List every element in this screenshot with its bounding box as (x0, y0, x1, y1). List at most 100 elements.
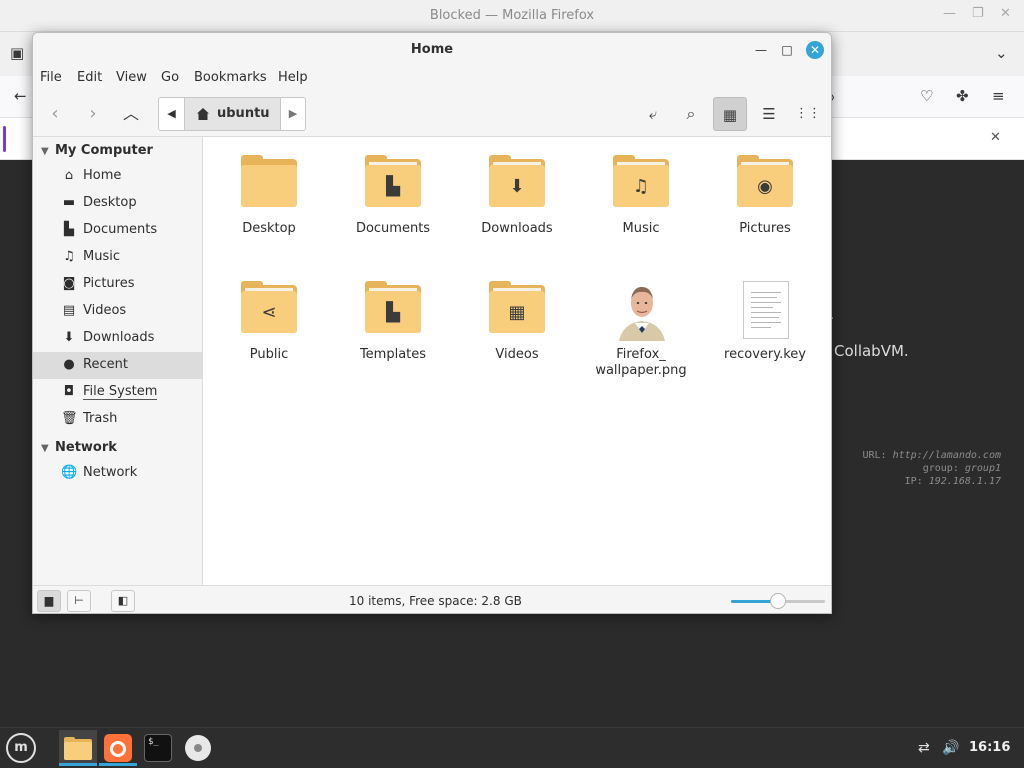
menu-file[interactable]: File (40, 70, 62, 85)
compact-view-icon[interactable]: ⋮⋮ (791, 97, 825, 131)
file-name: recovery.key (724, 347, 806, 362)
folder-icon (239, 155, 299, 211)
group-label: group: (922, 463, 959, 474)
sidebar-item-pictures[interactable]: ◙ Pictures (33, 271, 202, 298)
hide-sidebar-icon[interactable]: ◧ (111, 590, 135, 612)
extensions-icon[interactable]: ✤ (956, 87, 969, 105)
folder-icon (64, 737, 92, 760)
zoom-slider[interactable] (731, 593, 825, 609)
menu-view[interactable]: View (116, 70, 147, 85)
file-item-public[interactable]: ⋖ Public (207, 281, 331, 363)
file-item-videos[interactable]: ▦ Videos (455, 281, 579, 363)
sidebar-item-desktop[interactable]: ▬ Desktop (33, 190, 202, 217)
volume-icon[interactable]: 🔊 (942, 740, 959, 756)
sidebar-item-label: Trash (83, 411, 118, 426)
forward-icon[interactable]: › (76, 97, 110, 131)
show-places-icon[interactable]: ▆ (37, 590, 61, 612)
terminal-icon: $_ (144, 734, 172, 762)
tab-list-chevron-icon[interactable]: ⌄ (995, 44, 1008, 62)
tab-overview-icon[interactable]: ▣ (10, 44, 24, 62)
expand-caret-icon[interactable]: ▼ (41, 443, 55, 454)
drive-icon: ◘ (63, 384, 75, 399)
file-name: Videos (495, 347, 539, 362)
firefox-minimize-icon[interactable]: — (943, 6, 956, 21)
portrait-thumbnail (613, 279, 671, 341)
back-icon[interactable]: ‹ (38, 97, 72, 131)
firefox-titlebar: Blocked — Mozilla Firefox — ❐ ✕ (0, 0, 1024, 32)
menu-help[interactable]: Help (278, 70, 308, 85)
folder-pictures-icon: ◉ (735, 155, 795, 211)
taskbar-terminal-app[interactable]: $_ (139, 730, 177, 766)
ip-label: IP: (904, 476, 923, 487)
back-arrow-icon[interactable]: ← (14, 87, 27, 105)
taskbar-disc-app[interactable] (179, 730, 217, 766)
sidebar-item-recent[interactable]: ● Recent (33, 352, 202, 379)
sidebar-header-label: My Computer (55, 143, 153, 158)
desktop-icon: ▬ (62, 195, 76, 210)
trash-icon: 🗑 (61, 411, 78, 426)
image-thumbnail-icon (611, 279, 671, 341)
file-view[interactable]: Desktop ▙ Documents ⬇ Downloads ♫ Music … (203, 137, 831, 585)
sidebar-item-videos[interactable]: ▤ Videos (33, 298, 202, 325)
show-treeview-icon[interactable]: ⊢ (67, 590, 91, 612)
close-icon[interactable]: ✕ (806, 41, 824, 59)
file-item-music[interactable]: ♫ Music (579, 155, 703, 237)
firefox-close-icon[interactable]: ✕ (1000, 6, 1011, 21)
network-tray-icon[interactable]: ⇄ (918, 740, 930, 756)
file-name: Public (249, 347, 289, 362)
menu-go[interactable]: Go (161, 70, 179, 85)
terminal-toggle-icon[interactable]: ⤶ (636, 97, 670, 131)
sidebar-header-network[interactable]: ▼ Network (41, 440, 117, 455)
file-name: Documents (355, 221, 431, 236)
file-item-templates[interactable]: ▙ Templates (331, 281, 455, 363)
firefox-maximize-icon[interactable]: ❐ (972, 6, 984, 21)
zoom-slider-handle[interactable] (770, 593, 786, 609)
sidebar-item-downloads[interactable]: ⬇ Downloads (33, 325, 202, 352)
file-item-firefox-wallpaper[interactable]: Firefox_ wallpaper.png (579, 279, 703, 379)
maximize-icon[interactable]: □ (778, 41, 796, 59)
sidebar-header-my-computer[interactable]: ▼ My Computer (41, 143, 153, 158)
path-right-arrow-icon[interactable]: ▶ (281, 98, 305, 130)
sidebar-item-label: Desktop (83, 195, 137, 210)
firefox-icon (104, 734, 132, 762)
recent-icon: ● (63, 357, 75, 372)
file-item-recovery-key[interactable]: recovery.key (703, 281, 827, 363)
expand-caret-icon[interactable]: ▼ (41, 146, 55, 157)
sidebar-item-file-system[interactable]: ◘ File System (33, 379, 202, 406)
taskbar-files-app[interactable] (59, 730, 97, 766)
up-icon[interactable]: ︿ (114, 97, 148, 131)
sidebar-item-documents[interactable]: ▙ Documents (33, 217, 202, 244)
notification-close-icon[interactable]: ✕ (990, 130, 1001, 145)
clock[interactable]: 16:16 (969, 740, 1010, 755)
file-item-downloads[interactable]: ⬇ Downloads (455, 155, 579, 237)
file-item-documents[interactable]: ▙ Documents (331, 155, 455, 237)
notification-accent (3, 126, 6, 152)
file-item-desktop[interactable]: Desktop (207, 155, 331, 237)
sidebar-header-label: Network (55, 440, 117, 455)
taskbar-firefox-app[interactable] (99, 730, 137, 766)
file-name: Pictures (739, 221, 791, 236)
pocket-icon[interactable]: ♡ (920, 87, 933, 105)
sidebar-item-label: File System (83, 384, 158, 400)
sidebar-item-label: Downloads (83, 330, 155, 345)
icon-view-icon[interactable]: ▦ (713, 97, 747, 131)
hamburger-menu-icon[interactable]: ≡ (992, 87, 1005, 105)
mint-menu-icon[interactable]: m (6, 733, 36, 763)
path-crumb-home[interactable]: ubuntu (185, 98, 281, 130)
sidebar-item-label: Documents (83, 222, 158, 237)
firefox-window-title: Blocked — Mozilla Firefox (429, 8, 595, 23)
path-left-arrow-icon[interactable]: ◀ (159, 98, 185, 130)
menu-edit[interactable]: Edit (77, 70, 102, 85)
sidebar-item-home[interactable]: ⌂ Home (33, 163, 202, 190)
list-view-icon[interactable]: ☰ (752, 97, 786, 131)
file-item-pictures[interactable]: ◉ Pictures (703, 155, 827, 237)
window-titlebar[interactable]: Home — □ ✕ (33, 33, 831, 67)
sidebar-item-music[interactable]: ♫ Music (33, 244, 202, 271)
film-icon: ▤ (62, 303, 76, 318)
search-icon[interactable]: ⌕ (674, 97, 708, 131)
menu-bookmarks[interactable]: Bookmarks (194, 70, 267, 85)
disc-icon (185, 735, 211, 761)
sidebar-item-network[interactable]: 🌐 Network (33, 460, 202, 487)
sidebar-item-trash[interactable]: 🗑 Trash (33, 406, 202, 433)
minimize-icon[interactable]: — (752, 41, 770, 59)
